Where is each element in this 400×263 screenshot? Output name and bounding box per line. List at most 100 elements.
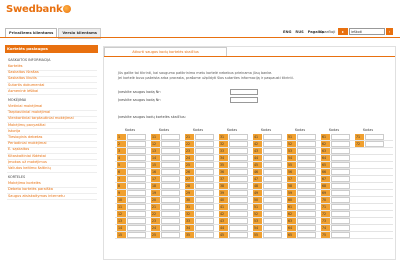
- code-value-input[interactable]: [195, 190, 214, 196]
- code-value-input[interactable]: [229, 225, 248, 231]
- code-value-input[interactable]: [365, 141, 384, 147]
- lang-rus[interactable]: RUS: [295, 30, 303, 34]
- code-value-input[interactable]: [195, 204, 214, 210]
- code-value-input[interactable]: [263, 190, 282, 196]
- code-value-input[interactable]: [127, 141, 146, 147]
- code-value-input[interactable]: [127, 197, 146, 203]
- sidebar-item[interactable]: E. sąskaitos: [8, 147, 29, 151]
- sidebar-item[interactable]: Saskaitos likutis: [8, 76, 37, 80]
- sidebar-item[interactable]: Sutartis dokumentai: [8, 83, 44, 87]
- code-value-input[interactable]: [195, 232, 214, 238]
- code-value-input[interactable]: [331, 218, 350, 224]
- code-value-input[interactable]: [297, 211, 316, 217]
- code-value-input[interactable]: [161, 176, 180, 182]
- code-value-input[interactable]: [331, 169, 350, 175]
- code-value-input[interactable]: [127, 148, 146, 154]
- code-input-2[interactable]: [230, 97, 258, 103]
- code-value-input[interactable]: [263, 204, 282, 210]
- code-value-input[interactable]: [161, 141, 180, 147]
- code-value-input[interactable]: [127, 232, 146, 238]
- code-value-input[interactable]: [161, 211, 180, 217]
- code-value-input[interactable]: [127, 204, 146, 210]
- code-value-input[interactable]: [331, 232, 350, 238]
- code-value-input[interactable]: [331, 162, 350, 168]
- code-value-input[interactable]: [263, 141, 282, 147]
- code-value-input[interactable]: [195, 162, 214, 168]
- lang-eng[interactable]: ENG: [283, 30, 291, 34]
- code-value-input[interactable]: [161, 218, 180, 224]
- code-value-input[interactable]: [297, 190, 316, 196]
- sidebar-item[interactable]: Kortelės: [8, 64, 23, 68]
- search-scope-select[interactable]: ▸: [338, 28, 348, 35]
- code-value-input[interactable]: [229, 169, 248, 175]
- code-value-input[interactable]: [331, 190, 350, 196]
- code-value-input[interactable]: [161, 232, 180, 238]
- code-value-input[interactable]: [331, 155, 350, 161]
- code-value-input[interactable]: [297, 183, 316, 189]
- code-value-input[interactable]: [263, 148, 282, 154]
- code-value-input[interactable]: [127, 155, 146, 161]
- code-value-input[interactable]: [127, 183, 146, 189]
- code-value-input[interactable]: [263, 183, 282, 189]
- code-value-input[interactable]: [229, 176, 248, 182]
- sidebar-item[interactable]: Tarptautiniai mokėjimai: [8, 110, 50, 114]
- code-value-input[interactable]: [161, 183, 180, 189]
- sidebar-item[interactable]: Kitaskaitiniai išdėstai: [8, 154, 46, 158]
- sidebar-item[interactable]: Valiutos keitimo šaltinių: [8, 166, 51, 170]
- code-value-input[interactable]: [297, 148, 316, 154]
- code-value-input[interactable]: [331, 183, 350, 189]
- code-value-input[interactable]: [229, 204, 248, 210]
- code-value-input[interactable]: [263, 162, 282, 168]
- code-value-input[interactable]: [263, 176, 282, 182]
- code-value-input[interactable]: [331, 225, 350, 231]
- code-value-input[interactable]: [195, 225, 214, 231]
- code-value-input[interactable]: [161, 148, 180, 154]
- code-value-input[interactable]: [229, 197, 248, 203]
- code-value-input[interactable]: [195, 134, 214, 140]
- sidebar-header[interactable]: Kortelės paslaugos: [5, 45, 98, 53]
- sidebar-item[interactable]: Asmeninė lėšikai: [8, 89, 38, 93]
- sidebar-item[interactable]: Saskaitos išrašas: [8, 70, 39, 74]
- code-value-input[interactable]: [331, 134, 350, 140]
- code-value-input[interactable]: [161, 155, 180, 161]
- code-value-input[interactable]: [195, 176, 214, 182]
- code-value-input[interactable]: [263, 169, 282, 175]
- code-value-input[interactable]: [127, 218, 146, 224]
- sidebar-item[interactable]: Debeto kortelės paraiška: [8, 187, 53, 191]
- code-value-input[interactable]: [297, 232, 316, 238]
- code-value-input[interactable]: [195, 218, 214, 224]
- code-value-input[interactable]: [263, 211, 282, 217]
- sidebar-item[interactable]: Istorija: [8, 129, 20, 133]
- code-value-input[interactable]: [229, 134, 248, 140]
- code-value-input[interactable]: [195, 155, 214, 161]
- code-value-input[interactable]: [263, 232, 282, 238]
- code-value-input[interactable]: [195, 169, 214, 175]
- code-value-input[interactable]: [229, 141, 248, 147]
- code-value-input[interactable]: [195, 148, 214, 154]
- code-value-input[interactable]: [331, 204, 350, 210]
- code-value-input[interactable]: [297, 176, 316, 182]
- sidebar-item[interactable]: Tiesioginis debetas: [8, 135, 42, 139]
- code-value-input[interactable]: [127, 225, 146, 231]
- code-value-input[interactable]: [195, 141, 214, 147]
- code-value-input[interactable]: [297, 197, 316, 203]
- code-value-input[interactable]: [229, 190, 248, 196]
- sidebar-item[interactable]: Vietiniai mokėjimai: [8, 104, 42, 108]
- sidebar-item[interactable]: Mokėjimų pavyzdžiai: [8, 123, 46, 127]
- code-value-input[interactable]: [161, 169, 180, 175]
- code-value-input[interactable]: [195, 183, 214, 189]
- code-value-input[interactable]: [161, 204, 180, 210]
- code-value-input[interactable]: [297, 204, 316, 210]
- arrow-right-icon[interactable]: ›: [386, 28, 393, 35]
- code-value-input[interactable]: [263, 197, 282, 203]
- code-value-input[interactable]: [229, 148, 248, 154]
- code-value-input[interactable]: [263, 155, 282, 161]
- code-value-input[interactable]: [161, 162, 180, 168]
- code-value-input[interactable]: [263, 218, 282, 224]
- code-value-input[interactable]: [297, 155, 316, 161]
- code-value-input[interactable]: [195, 197, 214, 203]
- sidebar-item[interactable]: Saugus atsiskaitymas internetu: [8, 194, 65, 198]
- code-value-input[interactable]: [127, 162, 146, 168]
- code-value-input[interactable]: [161, 190, 180, 196]
- sidebar-item[interactable]: Mokėjimo kortelės: [8, 181, 41, 185]
